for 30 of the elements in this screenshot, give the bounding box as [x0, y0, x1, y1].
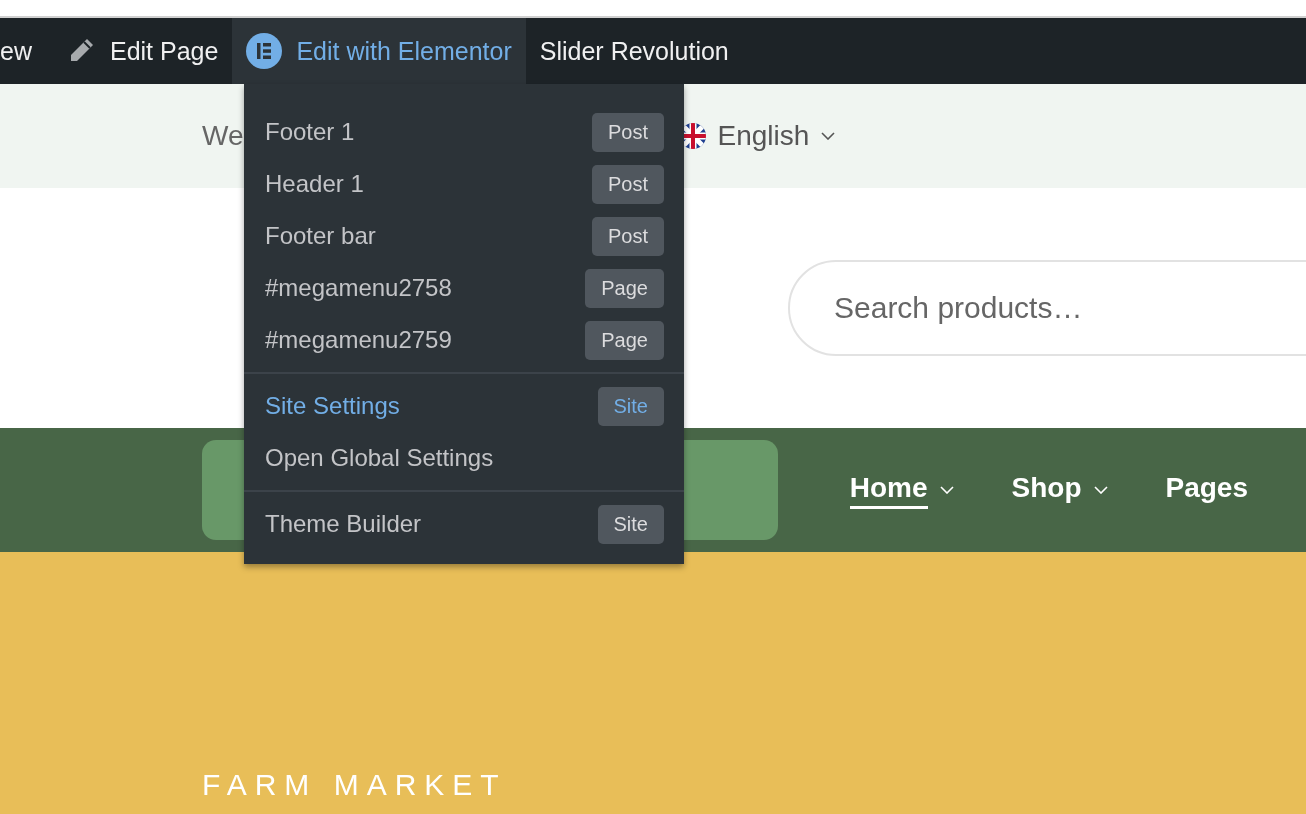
- menu-item[interactable]: Footer bar Post: [244, 210, 684, 262]
- toolbar-item[interactable]: ew: [0, 18, 52, 84]
- toolbar-item[interactable]: Edit Page: [51, 18, 233, 84]
- menu-item[interactable]: #megamenu2758 Page: [244, 262, 684, 314]
- elementor-logo-icon: [246, 33, 283, 69]
- menu-item[interactable]: #megamenu2759 Page: [244, 314, 684, 366]
- chevron-down-icon: [821, 132, 836, 140]
- nav-link[interactable]: Pages: [1165, 471, 1248, 509]
- type-badge: Post: [591, 216, 664, 256]
- type-badge: Post: [591, 112, 664, 152]
- menu-item[interactable]: Header 1 Post: [244, 158, 684, 210]
- type-badge: Post: [591, 164, 664, 204]
- menu-item[interactable]: Site Settings Site: [244, 380, 684, 432]
- nav-link[interactable]: Home: [849, 471, 954, 509]
- search-field[interactable]: Search products…: [788, 260, 1306, 356]
- chevron-down-icon: [939, 486, 954, 494]
- toolbar-item[interactable]: Edit with Elementor: [232, 18, 526, 84]
- chevron-down-icon: [1093, 486, 1108, 494]
- language-selector[interactable]: English: [717, 120, 810, 152]
- type-badge: Site: [597, 386, 664, 426]
- welcome-text: We: [202, 120, 244, 152]
- menu-item[interactable]: Theme Builder Site: [244, 498, 684, 550]
- hero-title: FARM MARKET: [202, 768, 507, 802]
- menu-item[interactable]: Footer 1 Post: [244, 106, 684, 158]
- nav-link[interactable]: Shop: [1011, 471, 1108, 509]
- type-badge: Page: [585, 320, 664, 360]
- type-badge: Page: [585, 268, 664, 308]
- type-badge: Site: [597, 504, 664, 544]
- menu-item[interactable]: Open Global Settings: [244, 432, 684, 484]
- toolbar-item[interactable]: Slider Revolution: [525, 18, 743, 84]
